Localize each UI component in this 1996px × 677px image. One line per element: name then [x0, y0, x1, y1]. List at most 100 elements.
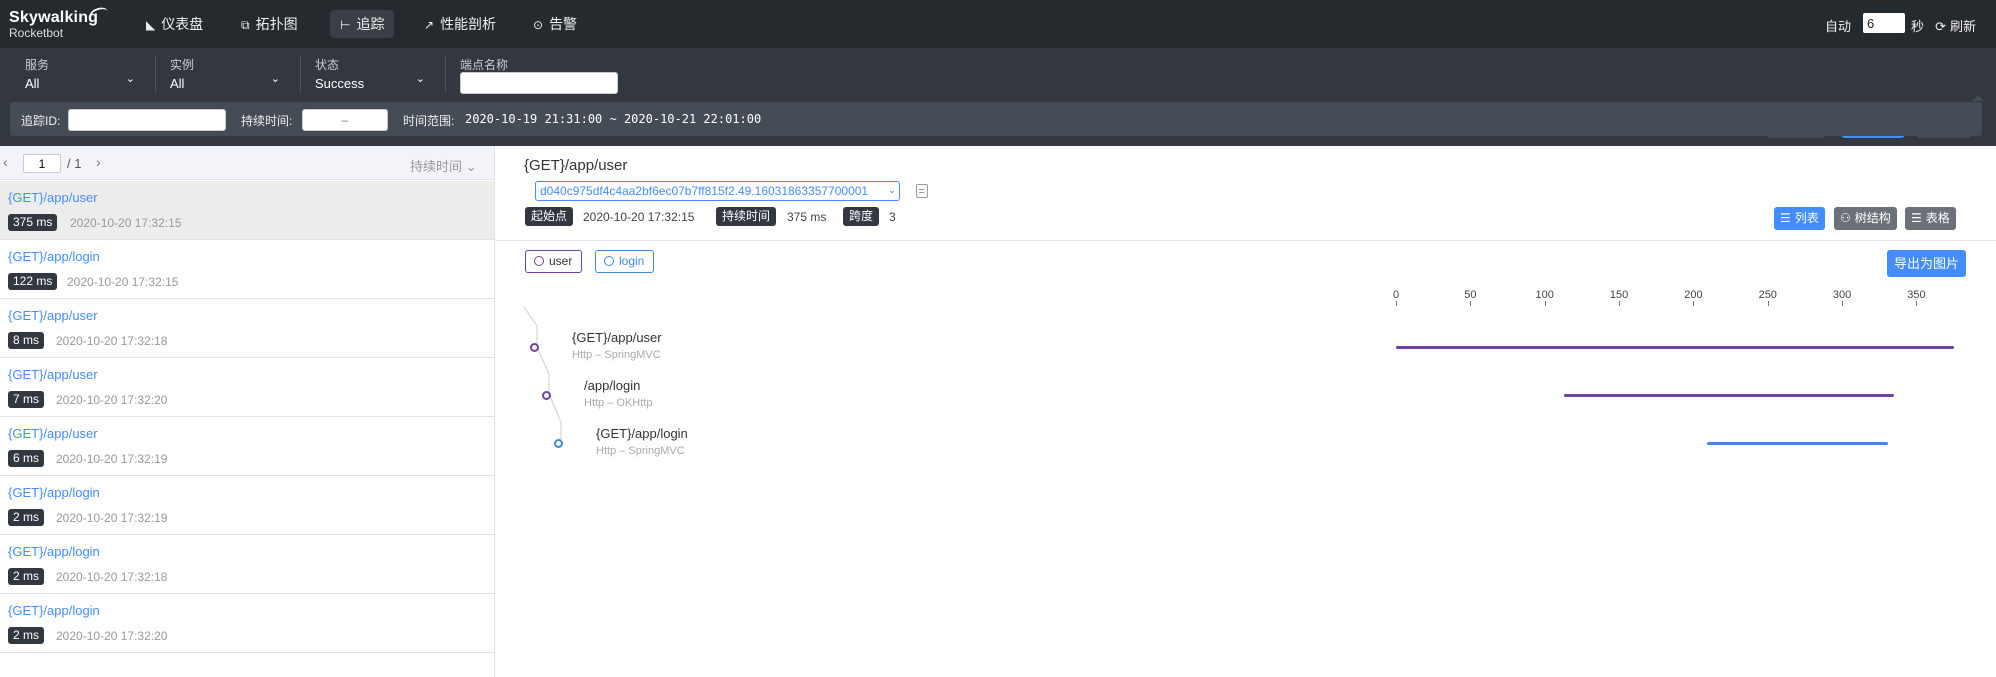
- trace-duration-badge: 2 ms: [8, 509, 45, 526]
- trace-list-item[interactable]: {GET}/app/login 2 ms 2020-10-20 17:32:20: [0, 594, 494, 653]
- span-duration-bar[interactable]: [1396, 346, 1954, 349]
- endpoint-input[interactable]: [460, 72, 618, 94]
- trace-time: 2020-10-20 17:32:18: [56, 570, 168, 584]
- tree-connector-line: [523, 306, 562, 443]
- legend-login-label: login: [619, 254, 645, 268]
- span-node[interactable]: [530, 343, 539, 352]
- axis-tick-mark: [1916, 301, 1918, 306]
- span-component: Http – OKHttp: [584, 397, 653, 409]
- service-value: All: [25, 76, 40, 91]
- trace-list-item[interactable]: {GET}/app/login 122 ms 2020-10-20 17:32:15: [0, 240, 494, 299]
- trace-list-item[interactable]: {GET}/app/login 2 ms 2020-10-20 17:32:19: [0, 476, 494, 535]
- trace-time: 2020-10-20 17:32:15: [70, 216, 182, 230]
- duration-input[interactable]: [302, 109, 388, 131]
- nav-topology[interactable]: ⧉ 拓扑图: [231, 10, 308, 38]
- auto-interval-input[interactable]: [1863, 13, 1905, 33]
- axis-tick-mark: [1767, 301, 1769, 306]
- nav-trace[interactable]: ⊢ 追踪: [330, 10, 395, 38]
- nav-alarm-label: 告警: [549, 16, 578, 32]
- export-image-button[interactable]: 导出为图片: [1887, 250, 1967, 277]
- status-select[interactable]: 状态 Success ⌄: [315, 56, 425, 96]
- page-total: / 1: [67, 156, 82, 171]
- auto-label[interactable]: 自动: [1825, 16, 1851, 35]
- span-tree-connectors: [523, 306, 562, 443]
- page-input[interactable]: [23, 154, 61, 173]
- trace-list-panel: ‹ / 1 › 持续时间 ⌄ {GET}/app/user 375 ms 2020-…: [0, 146, 495, 677]
- view-tree-button[interactable]: ⚇ 树结构: [1834, 207, 1897, 230]
- legend-user[interactable]: user: [525, 250, 583, 273]
- span-name[interactable]: {GET}/app/user: [572, 330, 662, 345]
- axis-tick-mark: [1693, 301, 1695, 306]
- instance-select[interactable]: 实例 All ⌄: [170, 56, 280, 96]
- view-table-button[interactable]: ☰ 表格: [1905, 207, 1956, 230]
- trace-id-input[interactable]: [68, 109, 226, 131]
- trace-icon: ⊢: [340, 18, 351, 32]
- service-label: 服务: [25, 58, 50, 72]
- span-duration-bar[interactable]: [1564, 394, 1895, 397]
- service-select[interactable]: 服务 All ⌄: [25, 56, 135, 96]
- divider: [496, 240, 1996, 241]
- status-value: Success: [315, 76, 365, 91]
- span-node[interactable]: [554, 439, 563, 448]
- list-icon: ☰: [1780, 211, 1791, 225]
- legend-login[interactable]: login: [595, 250, 655, 273]
- view-list-label: 列表: [1794, 211, 1819, 225]
- span-component: Http – SpringMVC: [572, 349, 661, 361]
- trace-id-value: d040c975df4c4aa2bf6ec07b7ff815f2.49.1603…: [540, 184, 869, 198]
- nav-alarm[interactable]: ⊙ 告警: [523, 10, 587, 38]
- span-component: Http – SpringMVC: [596, 445, 685, 457]
- chevron-down-icon: ⌄: [887, 185, 896, 196]
- tree-icon: ⚇: [1840, 211, 1851, 225]
- axis-tick-label: 150: [1609, 289, 1629, 301]
- span-node[interactable]: [542, 391, 551, 400]
- more-panel-caret: [1972, 95, 1984, 101]
- trace-endpoint: {GET}/app/login: [8, 249, 100, 264]
- trace-id-select[interactable]: d040c975df4c4aa2bf6ec07b7ff815f2.49.1603…: [535, 181, 900, 201]
- chevron-right-icon[interactable]: ›: [96, 154, 101, 170]
- nav-profile[interactable]: ↗ 性能剖析: [414, 10, 506, 38]
- duration-label: 持续时间:: [241, 114, 293, 128]
- trace-list-item[interactable]: {GET}/app/user 375 ms 2020-10-20 17:32:15: [0, 181, 494, 240]
- divider: [445, 56, 446, 92]
- start-value: 2020-10-20 17:32:15: [583, 210, 695, 224]
- alarm-icon: ⊙: [533, 18, 544, 32]
- time-range-value[interactable]: 2020-10-19 21:31:00 ~ 2020-10-21 22:01:0…: [465, 112, 761, 126]
- axis-tick-label: 200: [1684, 289, 1703, 301]
- trace-list-item[interactable]: {GET}/app/login 2 ms 2020-10-20 17:32:18: [0, 535, 494, 594]
- span-tag: 跨度: [843, 207, 880, 226]
- view-list-button[interactable]: ☰ 列表: [1774, 207, 1825, 230]
- trace-list-item[interactable]: {GET}/app/user 7 ms 2020-10-20 17:32:20: [0, 358, 494, 417]
- axis-tick-mark: [1544, 301, 1546, 306]
- axis-tick-label: 300: [1832, 289, 1852, 301]
- instance-value: All: [170, 76, 185, 91]
- chevron-left-icon[interactable]: ‹: [3, 154, 8, 170]
- trace-detail-title: {GET}/app/user: [524, 157, 628, 174]
- duration-tag: 持续时间: [716, 207, 777, 226]
- span-duration-bar[interactable]: [1706, 442, 1889, 445]
- logo-swirl-icon: [87, 5, 111, 25]
- topology-icon: ⧉: [241, 18, 250, 32]
- trace-duration-badge: 2 ms: [8, 568, 45, 585]
- endpoint-label: 端点名称: [460, 58, 509, 72]
- table-icon: ☰: [1911, 211, 1922, 225]
- span-name[interactable]: /app/login: [584, 378, 640, 393]
- clipboard-icon[interactable]: [916, 184, 928, 198]
- auto-unit: 秒: [1910, 19, 1924, 34]
- axis-tick-mark: [1842, 301, 1844, 306]
- span-name[interactable]: {GET}/app/login: [596, 426, 688, 441]
- nav-dashboard[interactable]: ◣ 仪表盘: [136, 10, 213, 38]
- status-label: 状态: [315, 58, 340, 72]
- trace-list-item[interactable]: {GET}/app/user 6 ms 2020-10-20 17:32:19: [0, 417, 494, 476]
- sort-select[interactable]: 持续时间 ⌄: [410, 156, 477, 175]
- trace-list-item[interactable]: {GET}/app/user 8 ms 2020-10-20 17:32:18: [0, 299, 494, 358]
- refresh-icon: ⟳: [1935, 20, 1946, 35]
- trace-endpoint: {GET}/app/login: [8, 603, 100, 618]
- dashboard-icon: ◣: [146, 18, 156, 32]
- refresh-button[interactable]: ⟳ 刷新: [1935, 16, 1976, 35]
- axis-tick-label: 0: [1392, 289, 1400, 301]
- profile-icon: ↗: [424, 18, 435, 32]
- axis-tick-label: 50: [1464, 289, 1477, 301]
- nav-trace-label: 追踪: [356, 16, 385, 32]
- brand-name: Skywalking: [9, 9, 99, 26]
- chevron-down-icon: ⌄: [415, 73, 425, 85]
